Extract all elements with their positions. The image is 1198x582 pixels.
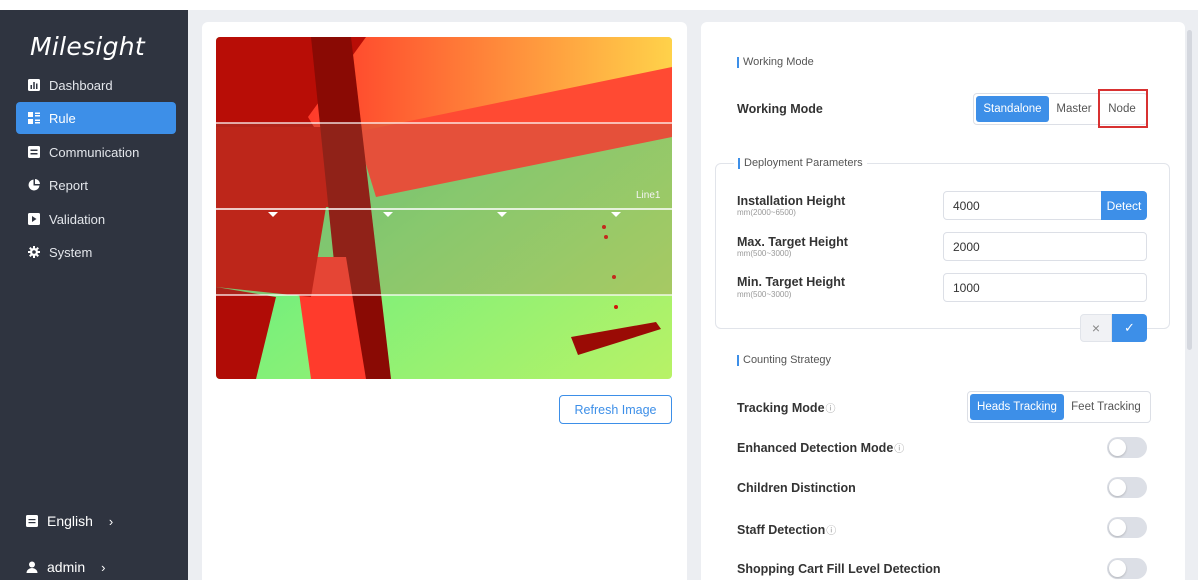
refresh-image-button[interactable]: Refresh Image [559, 395, 672, 424]
max-target-height-label: Max. Target Height [737, 235, 848, 249]
min-target-height-range: mm(500~3000) [737, 290, 792, 299]
section-working-mode: Working Mode [737, 56, 814, 68]
section-title: Counting Strategy [743, 354, 832, 366]
user-icon [26, 561, 38, 573]
info-icon[interactable]: ⓘ [826, 526, 836, 537]
detect-button[interactable]: Detect [1101, 191, 1147, 220]
user-menu[interactable]: admin › [16, 552, 176, 582]
chevron-right-icon: › [108, 513, 114, 529]
tracking-mode-selector: Heads Tracking Feet Tracking [967, 391, 1151, 423]
installation-height-range: mm(2000~6500) [737, 208, 796, 217]
user-label: admin [47, 559, 86, 575]
children-distinction-toggle[interactable] [1107, 477, 1147, 498]
scrollbar-thumb[interactable] [1187, 30, 1192, 350]
sidebar-item-label: System [49, 244, 93, 260]
enhanced-detection-label: Enhanced Detection Modeⓘ [737, 440, 904, 455]
max-target-height-input[interactable]: 2000 [943, 232, 1147, 261]
gear-icon [28, 246, 40, 258]
info-icon[interactable]: ⓘ [826, 404, 836, 415]
language-selector[interactable]: English › [16, 506, 176, 536]
staff-detection-toggle[interactable] [1107, 517, 1147, 538]
language-label: English [47, 513, 93, 529]
communication-icon [28, 146, 40, 158]
min-target-height-label: Min. Target Height [737, 275, 846, 289]
logo: Milesight [30, 32, 145, 61]
report-icon [28, 179, 40, 191]
min-target-height-input[interactable]: 1000 [943, 273, 1147, 302]
node-highlight-box [1098, 89, 1148, 128]
cancel-button[interactable]: × [1080, 314, 1112, 342]
shopping-cart-toggle[interactable] [1107, 558, 1147, 579]
working-mode-standalone[interactable]: Standalone [976, 96, 1049, 122]
sidebar-item-label: Rule [49, 110, 76, 126]
rule-icon [28, 112, 40, 124]
section-deployment-parameters: Deployment Parameters [734, 157, 867, 169]
chevron-right-icon: › [101, 559, 106, 575]
tracking-mode-text: Tracking Mode [737, 401, 825, 415]
children-distinction-label: Children Distinction [737, 481, 856, 495]
enhanced-detection-text: Enhanced Detection Mode [737, 441, 894, 455]
sidebar-item-system[interactable]: System [16, 236, 176, 268]
installation-height-label: Installation Height [737, 194, 846, 208]
sidebar-item-label: Report [49, 177, 89, 193]
max-target-height-range: mm(500~3000) [737, 249, 792, 258]
check-icon: ✓ [1124, 320, 1135, 335]
close-icon: × [1091, 320, 1101, 336]
page-heading-strip [0, 0, 1198, 10]
confirm-button[interactable]: ✓ [1112, 314, 1147, 342]
sidebar-item-rule[interactable]: Rule [16, 102, 176, 134]
working-mode-master[interactable]: Master [1049, 96, 1099, 122]
sidebar-item-communication[interactable]: Communication [16, 136, 176, 168]
sidebar-item-label: Validation [49, 211, 106, 227]
validation-icon [28, 213, 40, 225]
section-counting-strategy: Counting Strategy [737, 354, 831, 366]
sidebar-item-dashboard[interactable]: Dashboard [16, 69, 176, 101]
sidebar-item-report[interactable]: Report [16, 169, 176, 201]
sidebar-item-label: Communication [49, 144, 140, 160]
tracking-mode-heads[interactable]: Heads Tracking [970, 394, 1064, 420]
sidebar-item-label: Dashboard [49, 77, 113, 93]
staff-detection-label: Staff Detectionⓘ [737, 522, 836, 537]
tracking-mode-label: Tracking Modeⓘ [737, 400, 836, 415]
dashboard-icon [28, 79, 40, 91]
section-title: Deployment Parameters [744, 157, 863, 169]
depth-image[interactable] [216, 37, 672, 379]
language-icon [26, 515, 38, 527]
sidebar-item-validation[interactable]: Validation [16, 203, 176, 235]
shopping-cart-label: Shopping Cart Fill Level Detection [737, 562, 941, 576]
section-title: Working Mode [743, 56, 814, 68]
logo-text: Milesight [30, 32, 146, 61]
installation-height-input[interactable]: 4000 [943, 191, 1102, 220]
working-mode-label: Working Mode [737, 102, 823, 116]
info-icon[interactable]: ⓘ [894, 444, 904, 455]
line-label: Line1 [636, 190, 661, 201]
staff-detection-text: Staff Detection [737, 523, 826, 537]
tracking-mode-feet[interactable]: Feet Tracking [1064, 394, 1148, 420]
enhanced-detection-toggle[interactable] [1107, 437, 1147, 458]
